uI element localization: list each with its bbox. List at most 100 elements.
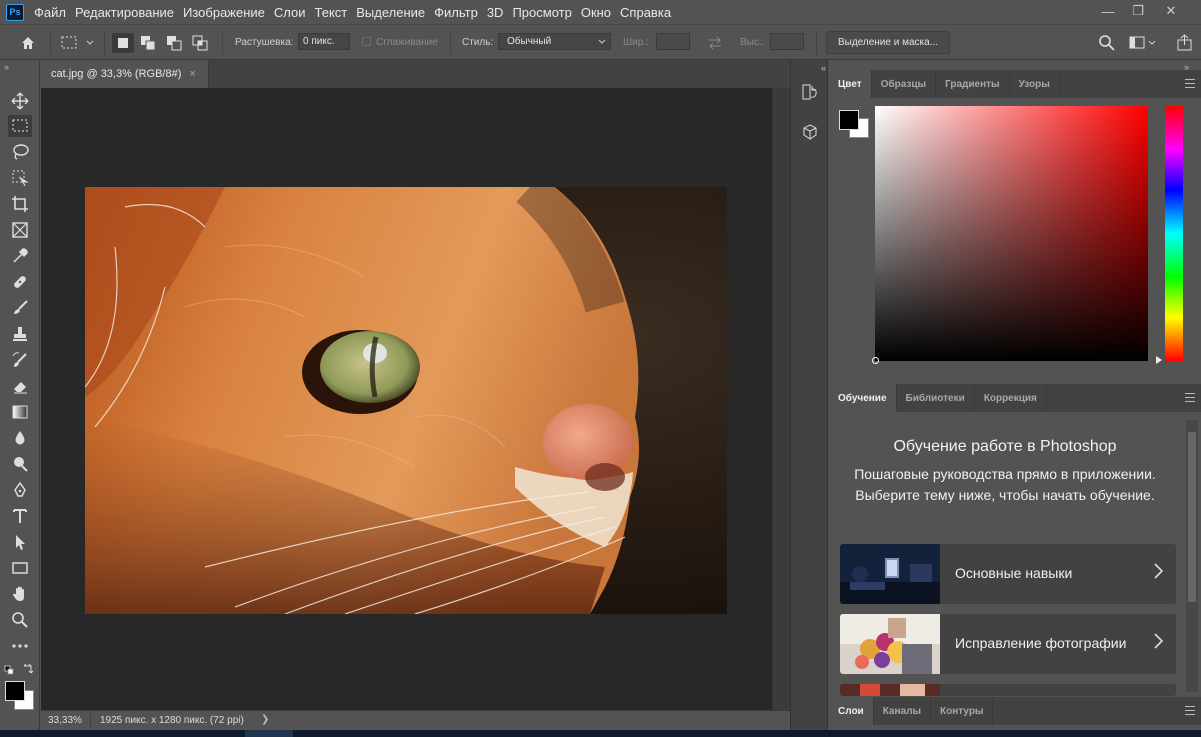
color-field-picker[interactable]	[872, 106, 1148, 364]
panel-menu-icon[interactable]	[1185, 393, 1195, 402]
hue-slider[interactable]	[1165, 106, 1183, 361]
close-window-button[interactable]: ✕	[1155, 0, 1187, 22]
width-input[interactable]	[656, 33, 690, 50]
color-panel-foreground-swatch[interactable]	[839, 110, 859, 130]
menu-bar: Ps Файл Редактирование Изображение Слои …	[0, 0, 1201, 24]
blur-icon[interactable]	[8, 427, 32, 449]
style-select-value: Обычный	[507, 36, 552, 47]
share-icon[interactable]	[1176, 34, 1194, 52]
document-tab[interactable]: cat.jpg @ 33,3% (RGB/8#) ×	[41, 60, 209, 88]
search-icon[interactable]	[1098, 34, 1116, 52]
options-bar: Растушевка: 0 пикс. Сглаживание Стиль: О…	[0, 24, 1201, 60]
tab-channels[interactable]: Каналы	[874, 697, 931, 725]
height-label: Выс.:	[740, 37, 765, 48]
type-tool-icon[interactable]	[8, 505, 32, 527]
home-icon[interactable]	[16, 32, 40, 54]
color-field-cursor[interactable]	[872, 357, 879, 364]
canvas-vertical-scrollbar[interactable]	[772, 88, 790, 710]
eyedropper-icon[interactable]	[8, 245, 32, 267]
healing-brush-icon[interactable]	[8, 271, 32, 293]
history-panel-icon[interactable]	[798, 80, 822, 104]
swap-dimensions-icon[interactable]	[706, 34, 724, 52]
select-and-mask-button[interactable]: Выделение и маска...	[826, 31, 950, 54]
chevron-right-icon	[1152, 562, 1164, 585]
menu-file[interactable]: Файл	[34, 5, 66, 20]
history-brush-icon[interactable]	[8, 349, 32, 371]
antialias-checkbox[interactable]	[362, 37, 371, 46]
swap-colors-icon[interactable]	[22, 663, 34, 675]
learn-panel-scrollbar[interactable]	[1186, 420, 1198, 692]
learn-description: Пошаговые руководства прямо в приложении…	[854, 466, 1156, 503]
collapse-toolbar-icon[interactable]: »	[4, 62, 9, 72]
width-label: Шир.:	[623, 37, 649, 48]
learn-card-partial[interactable]	[840, 684, 1176, 696]
foreground-color-swatch[interactable]	[5, 681, 25, 701]
clone-stamp-icon[interactable]	[8, 323, 32, 345]
menu-layer[interactable]: Слои	[274, 5, 306, 20]
status-info-arrow[interactable]: ❯	[261, 714, 269, 725]
eraser-icon[interactable]	[8, 375, 32, 397]
tab-color[interactable]: Цвет	[829, 70, 872, 98]
tools-panel: »	[0, 60, 40, 737]
document-tab-title: cat.jpg @ 33,3% (RGB/8#)	[51, 68, 182, 80]
menu-edit[interactable]: Редактирование	[75, 5, 174, 20]
menu-filter[interactable]: Фильтр	[434, 5, 478, 20]
subtract-selection-icon[interactable]	[163, 33, 185, 53]
chevron-down-icon	[598, 39, 606, 44]
default-colors-icon[interactable]	[4, 664, 16, 675]
panel-menu-icon[interactable]	[1185, 706, 1195, 715]
move-tool-icon[interactable]	[8, 90, 32, 112]
intersect-selection-icon[interactable]	[189, 33, 211, 53]
minimize-button[interactable]: —	[1092, 0, 1124, 22]
learn-card-photo-fix[interactable]: Исправление фотографии	[840, 614, 1176, 674]
marquee-preset-icon[interactable]	[58, 33, 98, 53]
menu-window[interactable]: Окно	[581, 5, 611, 20]
more-tools-icon[interactable]	[8, 635, 32, 657]
rectangular-marquee-icon[interactable]	[8, 115, 32, 137]
lasso-icon[interactable]	[8, 141, 32, 163]
menu-help[interactable]: Справка	[620, 5, 671, 20]
object-selection-icon[interactable]	[8, 167, 32, 189]
menu-type[interactable]: Текст	[315, 5, 348, 20]
color-panel-tabs: Цвет Образцы Градиенты Узоры	[829, 70, 1201, 98]
layers-panel-tabs: Слои Каналы Контуры	[829, 697, 1201, 725]
zoom-level[interactable]: 33,33%	[48, 715, 82, 726]
os-taskbar	[0, 730, 1201, 737]
zoom-icon[interactable]	[8, 609, 32, 631]
learn-card-basic-skills[interactable]: Основные навыки	[840, 544, 1176, 604]
hand-icon[interactable]	[8, 583, 32, 605]
frame-tool-icon[interactable]	[8, 219, 32, 241]
tab-adjustments[interactable]: Коррекция	[975, 384, 1047, 412]
hue-slider-handle[interactable]	[1156, 356, 1162, 364]
style-select[interactable]: Обычный	[498, 33, 611, 50]
path-selection-icon[interactable]	[8, 531, 32, 553]
menu-3d[interactable]: 3D	[487, 5, 504, 20]
menu-select[interactable]: Выделение	[356, 5, 425, 20]
pen-icon[interactable]	[8, 479, 32, 501]
tab-swatches[interactable]: Образцы	[872, 70, 937, 98]
menu-image[interactable]: Изображение	[183, 5, 265, 20]
workspace-icon[interactable]	[1128, 34, 1158, 52]
new-selection-icon[interactable]	[112, 33, 134, 53]
tab-paths[interactable]: Контуры	[931, 697, 994, 725]
tab-learn[interactable]: Обучение	[829, 384, 897, 412]
crop-icon[interactable]	[8, 193, 32, 215]
feather-input[interactable]: 0 пикс.	[298, 33, 350, 50]
tab-libraries[interactable]: Библиотеки	[897, 384, 975, 412]
tab-gradients[interactable]: Градиенты	[936, 70, 1010, 98]
brush-icon[interactable]	[8, 297, 32, 319]
restore-button[interactable]: ❐	[1122, 0, 1154, 22]
learn-panel-tabs: Обучение Библиотеки Коррекция	[829, 384, 1201, 412]
gradient-icon[interactable]	[8, 401, 32, 423]
rectangle-tool-icon[interactable]	[8, 557, 32, 579]
height-input[interactable]	[770, 33, 804, 50]
close-tab-icon[interactable]: ×	[189, 68, 195, 80]
expand-panels-icon[interactable]: «	[821, 63, 826, 73]
tab-patterns[interactable]: Узоры	[1010, 70, 1060, 98]
3d-panel-icon[interactable]	[798, 120, 822, 144]
add-selection-icon[interactable]	[137, 33, 159, 53]
tab-layers[interactable]: Слои	[829, 697, 874, 725]
menu-view[interactable]: Просмотр	[512, 5, 571, 20]
panel-menu-icon[interactable]	[1185, 79, 1195, 88]
dodge-icon[interactable]	[8, 453, 32, 475]
